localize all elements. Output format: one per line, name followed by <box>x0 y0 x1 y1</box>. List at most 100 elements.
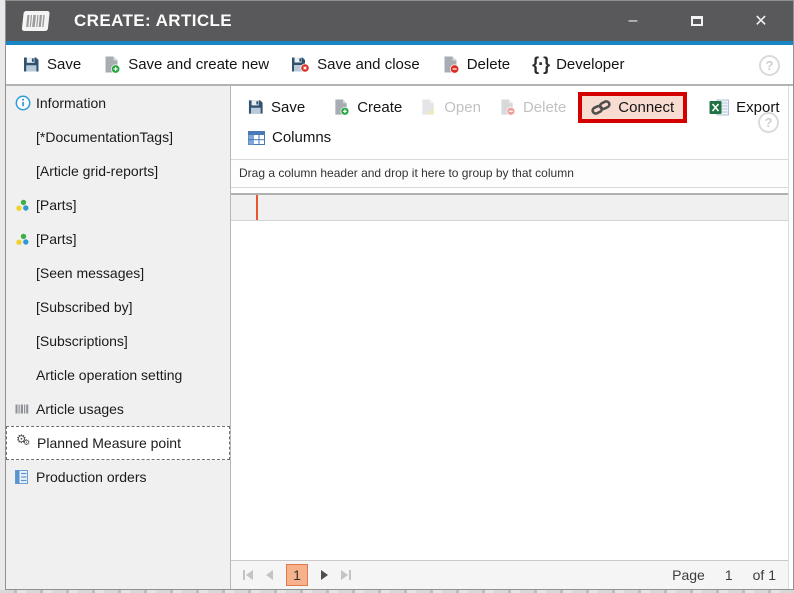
pagination-nav: 1 <box>243 564 351 586</box>
sidebar-item-article-usages[interactable]: Article usages <box>6 392 230 426</box>
create-article-dialog: CREATE: ARTICLE – ✕ Save <box>5 0 794 590</box>
sidebar-item-production-orders[interactable]: Production orders <box>6 460 230 494</box>
grid-delete-button[interactable]: Delete <box>490 95 575 120</box>
save-label: Save <box>47 56 81 73</box>
sidebar-item-information[interactable]: Information <box>6 86 230 120</box>
minimize-button[interactable]: – <box>601 1 665 41</box>
sidebar-item-label: [Article grid-reports] <box>36 163 158 179</box>
save-close-icon <box>291 56 310 73</box>
grid-delete-label: Delete <box>523 99 566 116</box>
sidebar-item-label: [Parts] <box>36 197 76 213</box>
save-and-create-new-button[interactable]: Save and create new <box>92 51 280 79</box>
first-page-button[interactable] <box>243 570 253 580</box>
panel-toolbar-row-2: Columns <box>239 124 788 151</box>
sidebar-item-documentation-tags[interactable]: [*DocumentationTags] <box>6 120 230 154</box>
first-page-icon <box>246 570 253 580</box>
sidebar-item-subscriptions[interactable]: [Subscriptions] <box>6 324 230 358</box>
sidebar-item-subscribed-by[interactable]: [Subscribed by] <box>6 290 230 324</box>
help-icon[interactable]: ? <box>759 55 780 76</box>
grid-columns-button[interactable]: Columns <box>239 125 340 150</box>
window-controls: – ✕ <box>601 1 793 41</box>
grid-connect-button[interactable]: Connect <box>582 96 683 119</box>
first-page-icon <box>243 570 245 580</box>
save-and-close-label: Save and close <box>317 56 420 73</box>
sidebar-item-planned-measure-point[interactable]: ⚙⚙ Planned Measure point <box>6 426 230 460</box>
column-drag-marker <box>256 195 258 220</box>
sidebar-item-parts-2[interactable]: [Parts] <box>6 222 230 256</box>
panel-toolbar-row-1: Save <box>239 90 788 124</box>
sidebar-item-label: Planned Measure point <box>37 435 181 451</box>
window-title: CREATE: ARTICLE <box>74 11 232 31</box>
last-page-icon <box>341 570 348 580</box>
developer-braces-icon: {·} <box>532 54 549 75</box>
close-button[interactable]: ✕ <box>729 1 793 41</box>
grid-column-header[interactable] <box>231 193 788 221</box>
title-bar: CREATE: ARTICLE – ✕ <box>6 1 793 41</box>
save-icon <box>248 99 264 115</box>
save-and-close-button[interactable]: Save and close <box>280 51 431 78</box>
save-button[interactable]: Save <box>12 51 92 78</box>
link-icon <box>591 100 611 115</box>
sidebar-item-article-operation-setting[interactable]: Article operation setting <box>6 358 230 392</box>
grid-save-button[interactable]: Save <box>239 95 314 120</box>
grid-body[interactable] <box>231 221 788 560</box>
panel-toolbar: Save <box>231 86 788 151</box>
gears-icon: ⚙⚙ <box>16 435 37 451</box>
sidebar-item-label: [Subscriptions] <box>36 333 128 349</box>
sidebar-item-label: Article operation setting <box>36 367 182 383</box>
save-and-create-new-label: Save and create new <box>128 56 269 73</box>
sidebar-item-seen-messages[interactable]: [Seen messages] <box>6 256 230 290</box>
delete-button[interactable]: Delete <box>431 51 521 79</box>
excel-icon <box>709 99 729 116</box>
current-page-button[interactable]: 1 <box>286 564 308 586</box>
grid-save-label: Save <box>271 99 305 116</box>
save-icon <box>23 56 40 73</box>
screen: CREATE: ARTICLE – ✕ Save <box>0 0 794 593</box>
group-by-hint-bar[interactable]: Drag a column header and drop it here to… <box>231 159 788 188</box>
sidebar-item-label: [Subscribed by] <box>36 299 133 315</box>
create-icon <box>333 99 350 116</box>
previous-page-icon <box>266 570 273 580</box>
developer-label: Developer <box>556 56 624 73</box>
sidebar-item-label: Information <box>36 95 106 111</box>
main-toolbar: Save Save and create new <box>6 45 793 86</box>
previous-page-button[interactable] <box>266 570 273 580</box>
grid-connect-label: Connect <box>618 99 674 116</box>
sidebar-item-label: [*DocumentationTags] <box>36 129 173 145</box>
save-create-icon <box>103 56 121 74</box>
page-of-label: of 1 <box>753 567 776 583</box>
page-indicator: Page 1 of 1 <box>672 567 776 583</box>
page-label: Page <box>672 567 705 583</box>
columns-icon <box>248 131 265 145</box>
delete-icon <box>442 56 460 74</box>
sidebar-item-label: [Parts] <box>36 231 76 247</box>
grid-columns-label: Columns <box>272 129 331 146</box>
developer-button[interactable]: {·} Developer <box>521 49 635 80</box>
grid-open-button[interactable]: Open <box>411 95 490 120</box>
panel-help-icon[interactable]: ? <box>758 112 779 133</box>
sidebar-item-label: Production orders <box>36 469 147 485</box>
page-number: 1 <box>725 567 733 583</box>
parts-icon <box>15 199 36 212</box>
barcode-app-icon <box>19 9 51 34</box>
sidebar-item-article-grid-reports[interactable]: [Article grid-reports] <box>6 154 230 188</box>
delete-label: Delete <box>467 56 510 73</box>
last-page-icon <box>349 570 351 580</box>
sidebar-item-label: Article usages <box>36 401 124 417</box>
info-icon <box>15 95 36 111</box>
sidebar-item-label: [Seen messages] <box>36 265 144 281</box>
maximize-button[interactable] <box>665 1 729 41</box>
maximize-icon <box>691 16 703 26</box>
sidebar-item-parts-1[interactable]: [Parts] <box>6 188 230 222</box>
open-icon <box>420 99 437 116</box>
sidebar: Information [*DocumentationTags] [Articl… <box>6 86 231 589</box>
next-page-icon <box>321 570 328 580</box>
next-page-button[interactable] <box>321 570 328 580</box>
grid-panel: Save <box>231 86 789 589</box>
grid-create-label: Create <box>357 99 402 116</box>
orders-icon <box>15 470 36 484</box>
last-page-button[interactable] <box>341 570 351 580</box>
content-area: Information [*DocumentationTags] [Articl… <box>6 86 793 589</box>
delete-icon <box>499 99 516 116</box>
grid-create-button[interactable]: Create <box>324 95 411 120</box>
